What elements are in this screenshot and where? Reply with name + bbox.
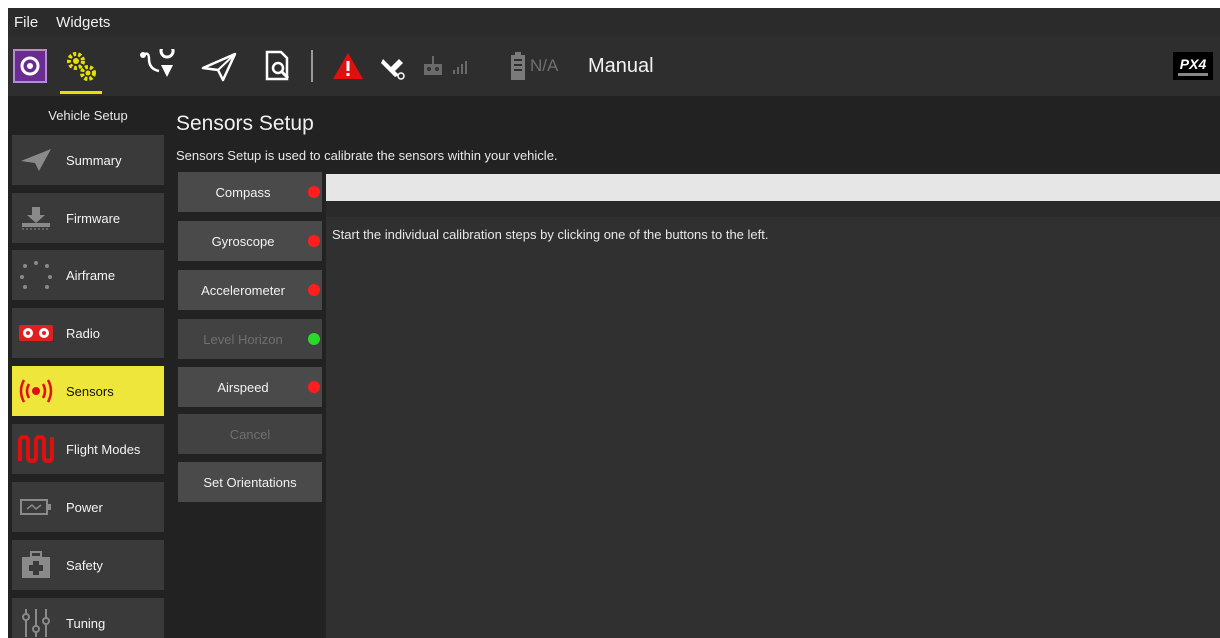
signal-icon: [453, 61, 467, 74]
flight-modes-icon: [12, 424, 60, 474]
px4-logo: PX4: [1172, 36, 1214, 96]
sidebar-item-label: Power: [66, 499, 103, 515]
button-label: Level Horizon: [203, 331, 283, 347]
warning-indicator[interactable]: [328, 36, 368, 96]
button-label: Cancel: [229, 426, 271, 442]
compass-button[interactable]: Compass: [178, 172, 322, 212]
rc-transmitter-icon: [424, 56, 442, 75]
status-indicator: [308, 284, 320, 296]
sidebar-item-safety[interactable]: Safety: [12, 540, 164, 590]
rc-indicator[interactable]: [418, 36, 448, 96]
app-window: File Widgets N/A Manual PX4 Vehicle Setu…: [8, 8, 1220, 638]
status-text: Start the individual calibration steps b…: [332, 227, 769, 242]
sidebar-item-label: Summary: [66, 152, 122, 168]
active-underline: [60, 91, 102, 94]
sidebar-item-label: Flight Modes: [66, 441, 141, 457]
battery-icon: [511, 52, 525, 80]
sensors-icon: [12, 366, 60, 416]
menu-file[interactable]: File: [14, 14, 38, 31]
calibration-progress-bar: [326, 174, 1220, 201]
sidebar-item-label: Radio: [66, 325, 100, 341]
fly-button[interactable]: [198, 36, 242, 96]
settings-button[interactable]: [56, 36, 106, 96]
px4-logo-text: PX4: [1179, 55, 1207, 72]
cancel-button[interactable]: Cancel: [178, 414, 322, 454]
warning-icon: [333, 53, 363, 79]
analyze-icon: [265, 50, 290, 81]
power-icon: [12, 482, 60, 532]
button-label: Compass: [215, 184, 271, 200]
sidebar-item-label: Safety: [66, 557, 103, 573]
gyroscope-button[interactable]: Gyroscope: [178, 221, 322, 261]
radio-icon: [12, 308, 60, 358]
status-indicator: [308, 235, 320, 247]
page-title: Sensors Setup: [176, 112, 314, 135]
status-indicator: [308, 186, 320, 198]
status-indicator: [308, 381, 320, 393]
fly-icon: [201, 52, 237, 82]
set-orientations-button[interactable]: Set Orientations: [178, 462, 322, 502]
qgc-logo-icon: [13, 49, 47, 83]
battery-indicator[interactable]: [508, 36, 528, 96]
signal-indicator: [448, 36, 472, 96]
progress-divider: [326, 201, 1220, 217]
sensors-setup-panel: Sensors Setup Sensors Setup is used to c…: [168, 108, 1220, 638]
status-indicator: [308, 333, 320, 345]
sidebar-item-tuning[interactable]: Tuning: [12, 598, 164, 638]
button-label: Set Orientations: [203, 474, 297, 490]
sidebar-item-label: Tuning: [66, 615, 106, 631]
sidebar-item-label: Airframe: [66, 267, 116, 283]
sidebar-item-label: Sensors: [66, 383, 114, 399]
button-label: Gyroscope: [211, 233, 275, 249]
gps-icon: [381, 59, 405, 80]
menu-widgets[interactable]: Widgets: [56, 14, 110, 31]
sidebar-item-firmware[interactable]: Firmware: [12, 193, 164, 243]
sidebar-item-summary[interactable]: Summary: [12, 135, 164, 185]
qgc-logo-button[interactable]: [10, 36, 50, 96]
button-label: Accelerometer: [201, 282, 285, 298]
gps-indicator[interactable]: [372, 36, 412, 96]
download-icon: [12, 193, 60, 243]
toolbar-separator: [311, 50, 313, 82]
page-description: Sensors Setup is used to calibrate the s…: [176, 148, 558, 163]
level-horizon-button[interactable]: Level Horizon: [178, 319, 322, 359]
flight-mode[interactable]: Manual: [588, 36, 654, 96]
calibration-status-panel: Start the individual calibration steps b…: [326, 217, 1220, 638]
sidebar-item-flight-modes[interactable]: Flight Modes: [12, 424, 164, 474]
sidebar-item-sensors[interactable]: Sensors: [12, 366, 164, 416]
sidebar-item-airframe[interactable]: Airframe: [12, 250, 164, 300]
button-label: Airspeed: [217, 379, 269, 395]
sidebar-item-power[interactable]: Power: [12, 482, 164, 532]
sidebar-item-radio[interactable]: Radio: [12, 308, 164, 358]
toolbar: N/A Manual PX4: [8, 36, 1220, 96]
airspeed-button[interactable]: Airspeed: [178, 367, 322, 407]
px4-logo-icon: PX4: [1173, 52, 1213, 80]
sidebar-item-label: Firmware: [66, 210, 121, 226]
plan-button[interactable]: [136, 36, 180, 96]
vehicle-setup-title: Vehicle Setup: [48, 108, 128, 123]
tuning-icon: [12, 598, 60, 638]
airframe-icon: [12, 250, 60, 300]
paper-plane-icon: [12, 135, 60, 185]
plan-icon: [140, 49, 175, 77]
menu-bar: File Widgets: [8, 8, 1220, 36]
safety-icon: [12, 540, 60, 590]
accelerometer-button[interactable]: Accelerometer: [178, 270, 322, 310]
settings-gears-icon: [67, 52, 96, 81]
battery-value: N/A: [530, 56, 559, 75]
analyze-button[interactable]: [256, 36, 300, 96]
